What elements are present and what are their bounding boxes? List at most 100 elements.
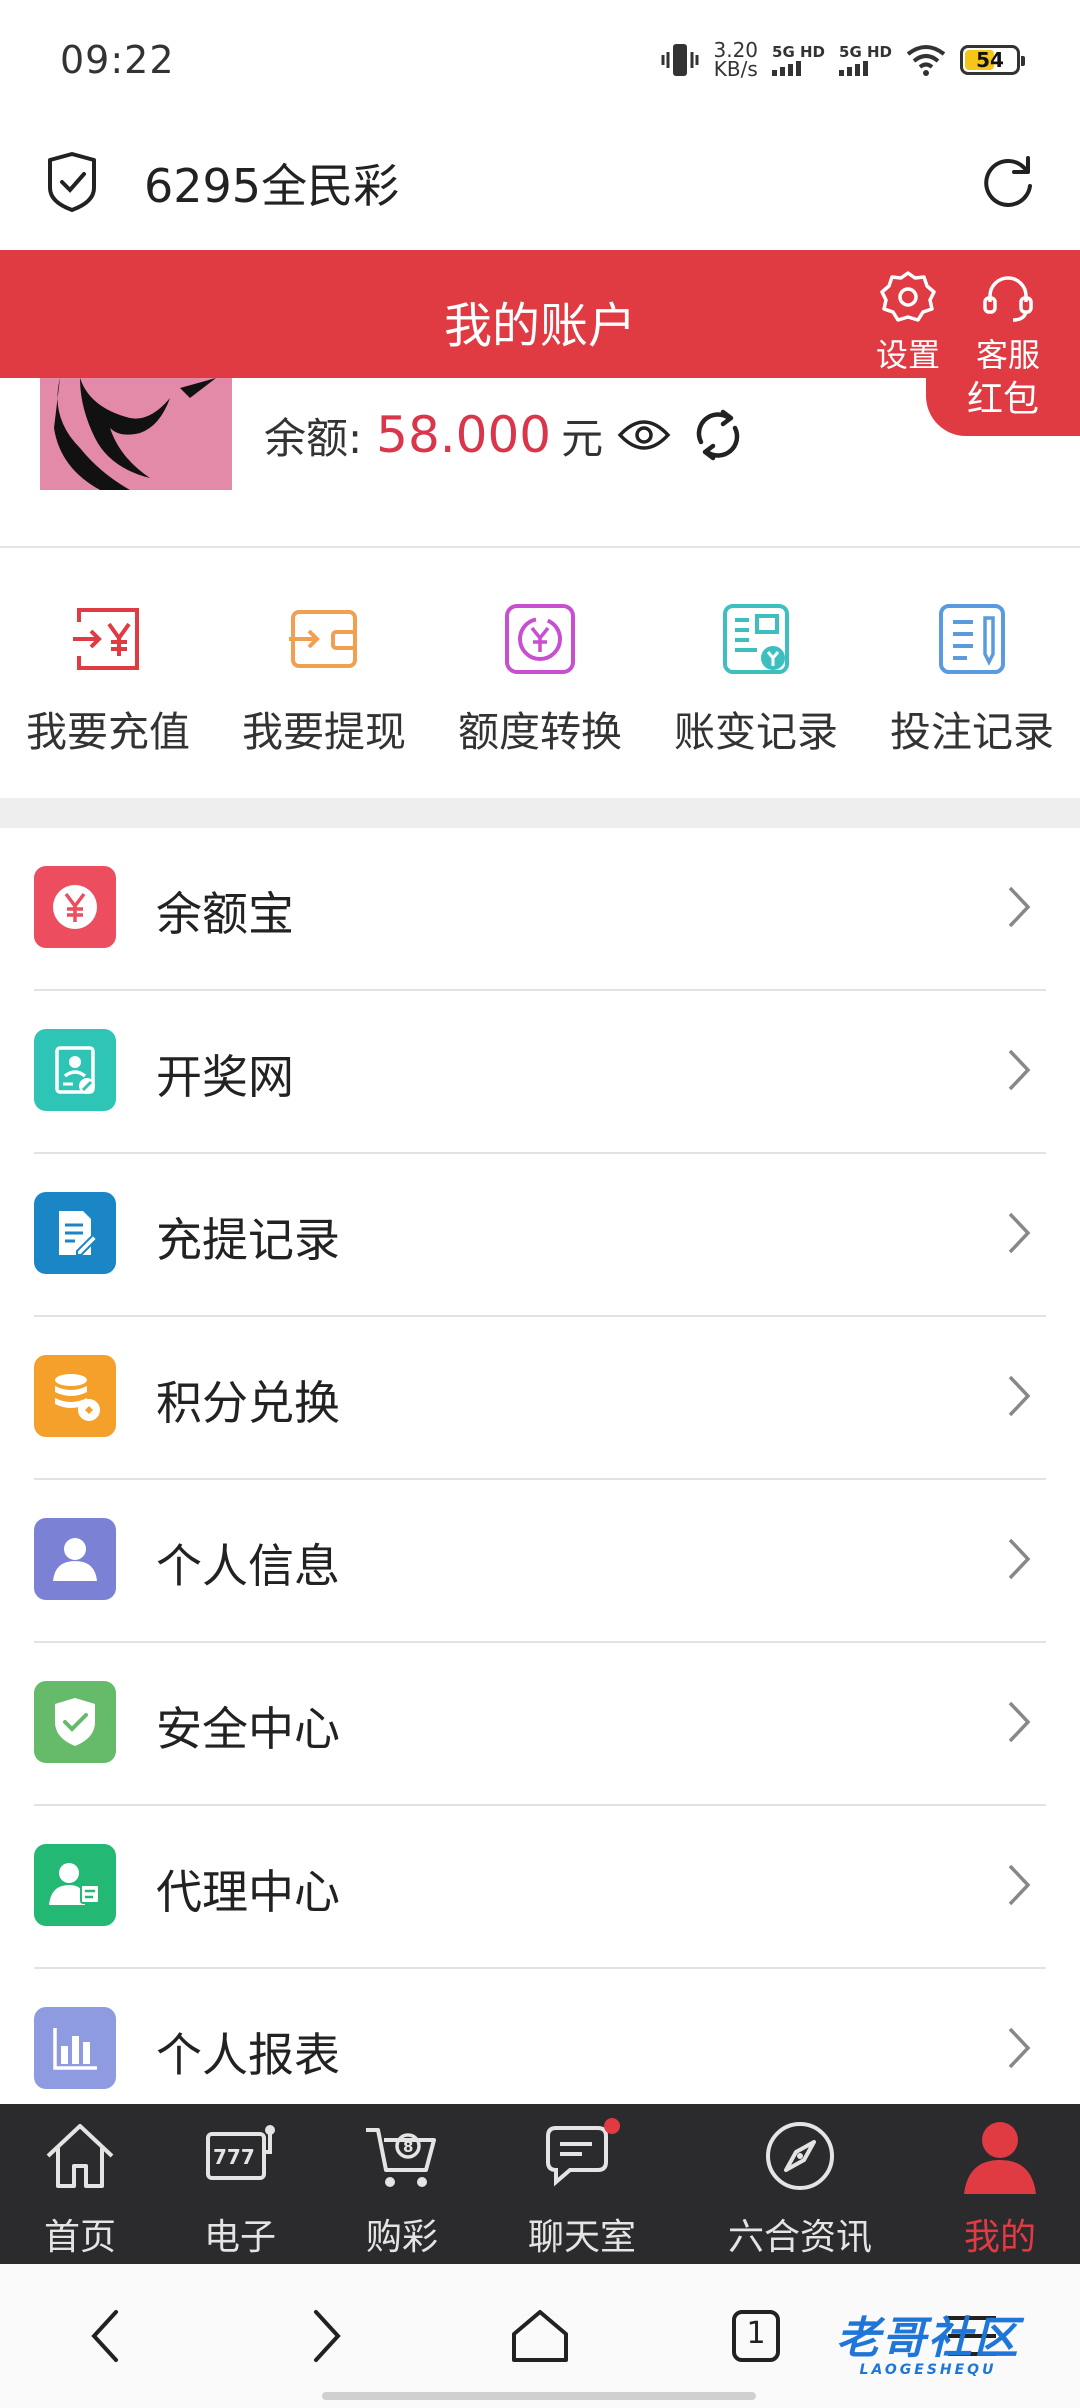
chevron-right-icon: [1008, 1538, 1031, 1580]
menu-label: 个人报表: [156, 2028, 340, 2082]
status-icons: 3.20 KB/s 5G HD 5G HD 54: [660, 40, 1025, 81]
tab-liuhe-news[interactable]: 六合资讯: [720, 2116, 880, 2260]
sim2-signal: 5G HD: [839, 42, 892, 76]
bottom-tab-bar: 首页 777 电子 8 购彩 聊天室 六合资讯 我的: [0, 2104, 1080, 2264]
menu-item-security-center[interactable]: 安全中心: [0, 1643, 1080, 1806]
site-title: 6295全民彩: [144, 159, 400, 213]
battery-level: 54: [976, 48, 1004, 72]
action-bet-record[interactable]: 投注记录: [864, 580, 1080, 780]
divider: [0, 546, 1080, 548]
bet-record-icon: [939, 604, 1005, 674]
coins-stack-icon: [34, 1355, 116, 1437]
slot-machine-icon: 777: [206, 2125, 275, 2180]
headset-icon: [983, 276, 1033, 322]
forward-icon[interactable]: [292, 2304, 356, 2368]
reload-icon[interactable]: [976, 150, 1040, 214]
status-bar: 09:22 3.20 KB/s 5G HD 5G HD 54: [0, 0, 1080, 120]
menu-item-lottery-results[interactable]: 开奖网: [0, 991, 1080, 1154]
balance-value: 58.000: [376, 406, 552, 464]
menu-label: 余额宝: [156, 887, 294, 941]
balance-label: 余额:: [264, 413, 363, 463]
yen-coin-icon: [34, 866, 116, 948]
browser-bar: 6295全民彩: [0, 120, 1080, 250]
net-speed-unit: KB/s: [713, 57, 758, 81]
menu-label: 代理中心: [156, 1865, 340, 1919]
tab-label: 聊天室: [527, 2217, 636, 2258]
quick-actions: 我要充值 我要提现 额度转换 账变记录 投注记录: [0, 580, 1080, 780]
action-account-record[interactable]: 账变记录: [648, 580, 864, 780]
menu-label: 开奖网: [156, 1050, 294, 1104]
lottery-result-icon: [34, 1029, 116, 1111]
agent-icon: [34, 1844, 116, 1926]
bar-chart-icon: [34, 2007, 116, 2089]
shopping-cart-icon: 8: [366, 2128, 436, 2187]
chevron-right-icon: [1008, 1701, 1031, 1743]
balance-unit: 元: [561, 413, 604, 463]
red-packet-button[interactable]: 红包: [926, 378, 1080, 436]
signal-bars-icon: [772, 60, 825, 76]
menu-item-yuebao[interactable]: 余额宝: [0, 828, 1080, 991]
tab-label: 我的: [963, 2217, 1036, 2258]
account-header: 我的账户 设置 客服: [0, 250, 1080, 378]
action-transfer[interactable]: 额度转换: [432, 580, 648, 780]
tab-home[interactable]: 首页: [30, 2116, 130, 2260]
battery-icon: 54: [960, 45, 1025, 75]
menu-label: 充提记录: [156, 1213, 340, 1267]
withdraw-icon: [289, 610, 357, 668]
back-icon[interactable]: [76, 2304, 140, 2368]
home-nav-icon[interactable]: [508, 2304, 572, 2368]
action-label: 我要提现: [242, 708, 406, 756]
chevron-right-icon: [1008, 1375, 1031, 1417]
action-withdraw[interactable]: 我要提现: [216, 580, 432, 780]
svg-text:8: 8: [403, 2138, 413, 2156]
account-record-icon: [723, 604, 789, 674]
shield-check-icon[interactable]: [40, 150, 104, 214]
tab-label: 首页: [43, 2217, 116, 2258]
menu-item-personal-info[interactable]: 个人信息: [0, 1480, 1080, 1643]
watermark-logo: 老哥社区 LAOGESHEQU: [836, 2302, 1020, 2378]
eye-icon[interactable]: [617, 415, 671, 455]
chevron-right-icon: [1008, 1212, 1031, 1254]
tabs-count-button[interactable]: 1: [724, 2304, 788, 2368]
tab-chat-room[interactable]: 聊天室: [520, 2116, 644, 2260]
section-gap: [0, 798, 1080, 828]
app-screen: 09:22 3.20 KB/s 5G HD 5G HD 54 6295全民彩 我…: [0, 0, 1080, 2408]
sim2-label: 5G HD: [839, 42, 892, 61]
avatar-image: [40, 378, 232, 490]
action-label: 额度转换: [458, 708, 622, 756]
tab-buy-lottery[interactable]: 8 购彩: [352, 2116, 452, 2260]
menu-item-agent-center[interactable]: 代理中心: [0, 1806, 1080, 1969]
tab-label: 电子: [203, 2217, 276, 2258]
settings-label: 设置: [875, 336, 940, 374]
service-label: 客服: [975, 336, 1040, 374]
vibrate-icon: [661, 44, 698, 76]
menu-list: 余额宝 开奖网 充提记录 积分兑换 个人信息 安全中心 代理中心 个人报表: [0, 828, 1080, 2132]
transfer-icon: [505, 604, 575, 674]
refresh-balance-icon[interactable]: [689, 406, 747, 464]
action-label: 投注记录: [890, 708, 1054, 756]
compass-icon: [766, 2122, 834, 2190]
document-edit-icon: [34, 1192, 116, 1274]
watermark-subtext: LAOGESHEQU: [859, 2362, 997, 2378]
avatar[interactable]: [40, 378, 232, 490]
watermark-text: 老哥社区: [836, 2313, 1020, 2364]
shield-check-icon: [34, 1681, 116, 1763]
tab-mine[interactable]: 我的: [950, 2116, 1050, 2260]
customer-service-button[interactable]: 客服: [968, 270, 1048, 376]
settings-button[interactable]: 设置: [868, 270, 948, 376]
gear-icon: [880, 271, 936, 322]
menu-item-deposit-withdraw-record[interactable]: 充提记录: [0, 1154, 1080, 1317]
menu-label: 安全中心: [156, 1702, 340, 1756]
tab-label: 六合资讯: [727, 2217, 872, 2258]
tab-electronic[interactable]: 777 电子: [190, 2116, 290, 2260]
menu-item-points-exchange[interactable]: 积分兑换: [0, 1317, 1080, 1480]
home-icon: [46, 2124, 114, 2188]
tab-label: 购彩: [365, 2217, 438, 2258]
action-label: 我要充值: [26, 708, 190, 756]
tabs-count: 1: [746, 2316, 766, 2351]
menu-label: 个人信息: [156, 1539, 340, 1593]
person-icon: [34, 1518, 116, 1600]
sim1-label: 5G HD: [772, 42, 826, 61]
action-recharge[interactable]: 我要充值: [0, 580, 216, 780]
menu-label: 积分兑换: [156, 1376, 340, 1430]
